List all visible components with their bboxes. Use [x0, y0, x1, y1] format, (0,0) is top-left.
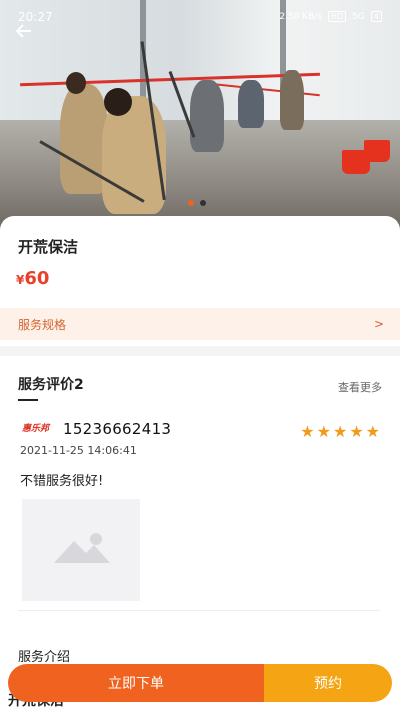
reviews-title: 服务评价2 — [18, 377, 84, 393]
star-icon: ★ — [316, 422, 331, 441]
service-spec-row[interactable]: 服务规格 > — [0, 308, 400, 340]
price-value: 60 — [24, 268, 50, 289]
chevron-right-icon: > — [373, 317, 384, 331]
buy-now-button[interactable]: 立即下单 — [8, 664, 264, 702]
battery-indicator: 4 — [370, 11, 382, 22]
reviewer-name: 15236662413 — [63, 420, 172, 438]
product-card: 开荒保洁 ¥60 服务规格 > — [0, 216, 400, 346]
product-title: 开荒保洁 — [18, 238, 79, 256]
back-arrow-icon[interactable] — [15, 22, 32, 43]
image-placeholder-icon — [54, 533, 110, 563]
review-rating: ★ ★ ★ ★ ★ — [300, 422, 380, 441]
banner-person — [280, 70, 304, 130]
star-icon: ★ — [300, 422, 315, 441]
banner-image[interactable] — [0, 0, 400, 232]
status-icons: 2.50 KB/s HD 5G 4 — [279, 11, 382, 22]
banner-person-head — [104, 88, 132, 116]
service-spec-label: 服务规格 — [18, 317, 67, 332]
carousel-dot — [200, 200, 206, 206]
review-comment: 不错服务很好! — [20, 474, 104, 489]
view-more-link[interactable]: 查看更多 — [338, 379, 382, 395]
service-intro-heading: 服务介绍 — [18, 650, 71, 665]
review-image[interactable] — [22, 499, 140, 601]
product-price: ¥60 — [16, 268, 49, 289]
banner-person — [190, 80, 224, 152]
star-icon: ★ — [349, 422, 364, 441]
banner-bucket — [364, 140, 390, 162]
hd-badge: HD — [328, 11, 347, 22]
bottom-action-bar: 立即下单 预约 — [8, 664, 392, 702]
star-icon: ★ — [332, 422, 348, 441]
banner-person — [238, 80, 264, 128]
network-speed: 2.50 KB/s — [279, 11, 323, 22]
divider — [18, 610, 380, 611]
star-icon: ★ — [365, 422, 380, 441]
reviews-section: 服务评价2 查看更多 惠乐邦 15236662413 ★ ★ ★ ★ ★ 202… — [0, 356, 400, 711]
status-bar: 20:27 2.50 KB/s HD 5G 4 — [0, 0, 400, 34]
carousel-dot-active — [188, 200, 194, 206]
signal-indicator: 5G — [352, 11, 365, 22]
banner-person-head — [66, 72, 86, 94]
carousel-indicator — [188, 200, 206, 206]
reserve-button[interactable]: 预约 — [264, 664, 392, 702]
reviews-title-underline — [18, 399, 38, 401]
reviewer-avatar: 惠乐邦 — [22, 424, 50, 434]
review-date: 2021-11-25 14:06:41 — [20, 444, 137, 457]
